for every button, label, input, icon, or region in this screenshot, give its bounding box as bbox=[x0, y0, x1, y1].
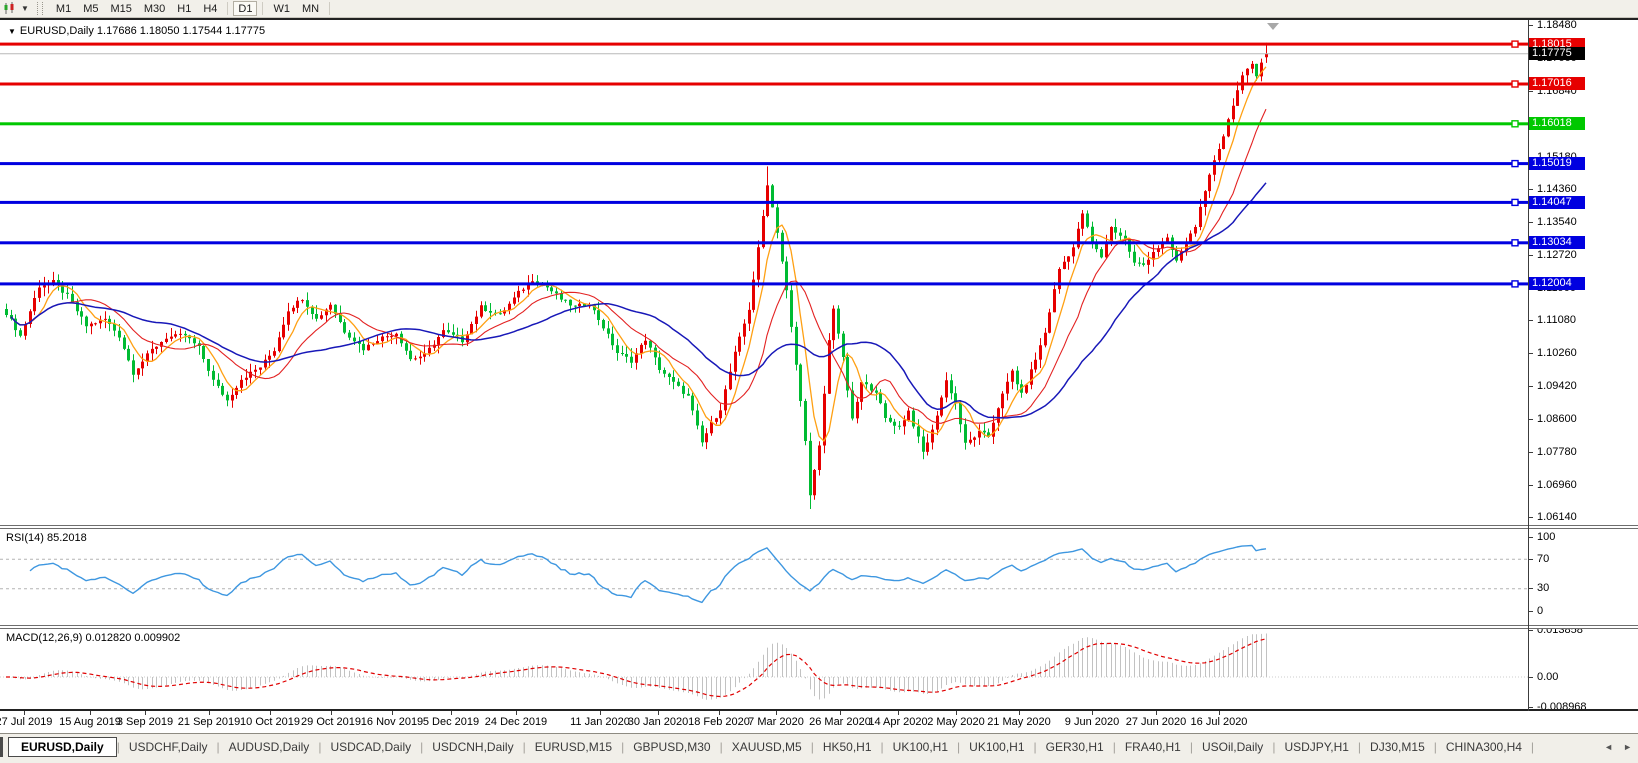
date-tick bbox=[719, 711, 720, 715]
price-tick-label: 1.09420 bbox=[1537, 381, 1577, 392]
price-tick-label: 1.14360 bbox=[1537, 184, 1577, 195]
current-price-badge: 1.17775 bbox=[1529, 47, 1585, 60]
tab-scroll-left-icon[interactable]: ◄ bbox=[1604, 742, 1613, 752]
date-tick bbox=[331, 711, 332, 715]
macd-tick-label: 0.00 bbox=[1537, 672, 1558, 683]
rsi-pane[interactable]: RSI(14) 85.2018 10070300 bbox=[0, 529, 1638, 625]
timeframe-button-m5[interactable]: M5 bbox=[78, 1, 103, 16]
macd-tick-label: -0.008968 bbox=[1537, 702, 1587, 709]
timeframe-button-m1[interactable]: M1 bbox=[51, 1, 76, 16]
date-tick bbox=[516, 711, 517, 715]
candlestick-chart-icon[interactable] bbox=[3, 2, 19, 15]
price-tick-label: 1.13540 bbox=[1537, 217, 1577, 228]
date-tick bbox=[776, 711, 777, 715]
date-tick bbox=[1219, 711, 1220, 715]
date-tick bbox=[956, 711, 957, 715]
price-axis-line bbox=[1528, 20, 1529, 711]
date-tick bbox=[898, 711, 899, 715]
price-level-badge: 1.15019 bbox=[1529, 157, 1585, 170]
date-label: 16 Jul 2020 bbox=[1174, 716, 1264, 728]
chart-tab-hk50-h1[interactable]: HK50,H1 bbox=[814, 737, 881, 757]
date-tick bbox=[840, 711, 841, 715]
timeframe-button-mn[interactable]: MN bbox=[297, 1, 324, 16]
chart-tab-ger30-h1[interactable]: GER30,H1 bbox=[1037, 737, 1113, 757]
timeframe-button-m15[interactable]: M15 bbox=[105, 1, 136, 16]
chart-tab-usdchf-daily[interactable]: USDCHF,Daily bbox=[120, 737, 217, 757]
price-level-badge: 1.13034 bbox=[1529, 236, 1585, 249]
main-chart-pane[interactable]: ▼ EURUSD,Daily 1.17686 1.18050 1.17544 1… bbox=[0, 20, 1638, 525]
price-level-badge: 1.12004 bbox=[1529, 277, 1585, 290]
chart-tabbar: EURUSD,Daily|USDCHF,Daily|AUDUSD,Daily|U… bbox=[0, 733, 1638, 763]
date-axis[interactable]: 27 Jul 201915 Aug 20193 Sep 201921 Sep 2… bbox=[0, 711, 1638, 733]
price-level-badge: 1.16018 bbox=[1529, 117, 1585, 130]
date-tick bbox=[392, 711, 393, 715]
timeframe-button-d1[interactable]: D1 bbox=[233, 1, 257, 16]
macd-pane[interactable]: MACD(12,26,9) 0.012820 0.009902 0.013858… bbox=[0, 629, 1638, 709]
chart-tab-usoil-daily[interactable]: USOil,Daily bbox=[1193, 737, 1272, 757]
chart-tab-china300-h4[interactable]: CHINA300,H4 bbox=[1437, 737, 1531, 757]
date-tick bbox=[24, 711, 25, 715]
date-tick bbox=[90, 711, 91, 715]
chart-tab-usdcad-daily[interactable]: USDCAD,Daily bbox=[321, 737, 420, 757]
date-tick bbox=[209, 711, 210, 715]
price-tick-label: 1.06140 bbox=[1537, 512, 1577, 523]
macd-tick-label: 0.013858 bbox=[1537, 629, 1583, 636]
toolbar-grip-handle[interactable] bbox=[37, 2, 43, 15]
chart-tab-dj30-m15[interactable]: DJ30,M15 bbox=[1361, 737, 1434, 757]
timeframe-button-h1[interactable]: H1 bbox=[172, 1, 196, 16]
rsi-tick-label: 100 bbox=[1537, 532, 1555, 543]
date-tick bbox=[451, 711, 452, 715]
chart-tab-audusd-daily[interactable]: AUDUSD,Daily bbox=[220, 737, 319, 757]
price-tick-label: 1.12720 bbox=[1537, 250, 1577, 261]
chart-tab-eurusd-daily[interactable]: EURUSD,Daily bbox=[8, 737, 117, 757]
date-tick bbox=[1156, 711, 1157, 715]
date-tick bbox=[1019, 711, 1020, 715]
tab-scroll-right-icon[interactable]: ► bbox=[1623, 742, 1632, 752]
rsi-tick-label: 70 bbox=[1537, 554, 1549, 565]
tab-separator: | bbox=[1531, 740, 1534, 754]
chart-tab-usdcnh-daily[interactable]: USDCNH,Daily bbox=[423, 737, 522, 757]
chevron-down-icon[interactable]: ▼ bbox=[21, 4, 29, 13]
date-tick bbox=[1092, 711, 1093, 715]
price-tick-label: 1.18480 bbox=[1537, 20, 1577, 31]
price-tick-label: 1.06960 bbox=[1537, 480, 1577, 491]
date-tick bbox=[270, 711, 271, 715]
chart-tab-usdjpy-h1[interactable]: USDJPY,H1 bbox=[1275, 737, 1357, 757]
rsi-tick-label: 0 bbox=[1537, 606, 1543, 617]
timeframe-button-m30[interactable]: M30 bbox=[139, 1, 170, 16]
chart-tab-uk100-h1[interactable]: UK100,H1 bbox=[960, 737, 1033, 757]
date-label: 24 Dec 2019 bbox=[471, 716, 561, 728]
chart-tab-fra40-h1[interactable]: FRA40,H1 bbox=[1116, 737, 1190, 757]
tabbar-drag-handle[interactable] bbox=[0, 737, 3, 757]
price-tick-label: 1.08600 bbox=[1537, 414, 1577, 425]
price-level-badge: 1.17016 bbox=[1529, 77, 1585, 90]
chart-tab-xauusd-m5[interactable]: XAUUSD,M5 bbox=[723, 737, 811, 757]
chart-tab-uk100-h1[interactable]: UK100,H1 bbox=[884, 737, 957, 757]
price-tick-label: 1.07780 bbox=[1537, 447, 1577, 458]
chart-tab-gbpusd-m30[interactable]: GBPUSD,M30 bbox=[624, 737, 719, 757]
price-tick-label: 1.10260 bbox=[1537, 348, 1577, 359]
chart-tab-eurusd-m15[interactable]: EURUSD,M15 bbox=[526, 737, 621, 757]
price-tick-label: 1.11080 bbox=[1537, 315, 1576, 326]
chart-window: ▼ EURUSD,Daily 1.17686 1.18050 1.17544 1… bbox=[0, 18, 1638, 733]
timeframe-button-w1[interactable]: W1 bbox=[268, 1, 295, 16]
date-tick bbox=[658, 711, 659, 715]
timeframe-button-h4[interactable]: H4 bbox=[198, 1, 222, 16]
date-tick bbox=[600, 711, 601, 715]
timeframe-toolbar: ▼ M1M5M15M30H1H4 D1 W1MN bbox=[0, 0, 1638, 18]
price-level-badge: 1.14047 bbox=[1529, 196, 1585, 209]
rsi-tick-label: 30 bbox=[1537, 583, 1549, 594]
date-tick bbox=[145, 711, 146, 715]
